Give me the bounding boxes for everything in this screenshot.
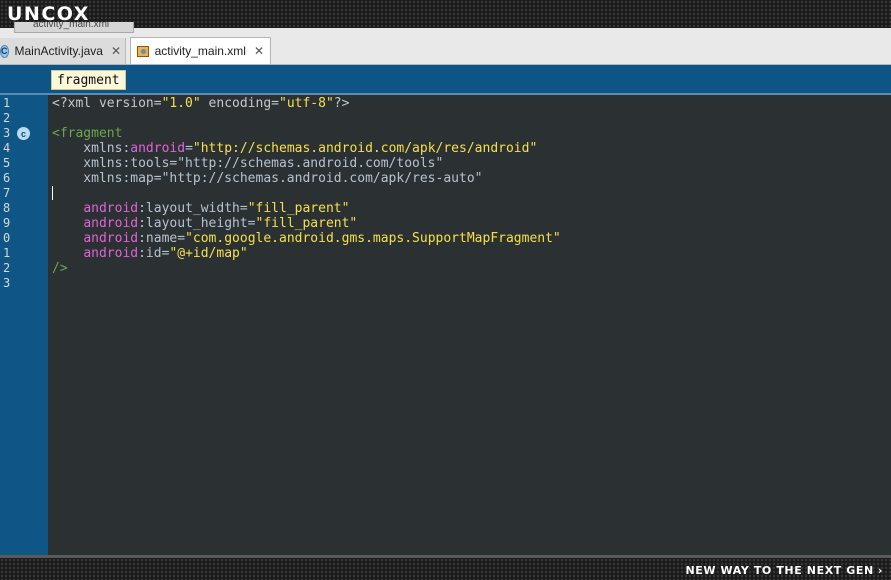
line-number: 3 (3, 276, 11, 290)
bottom-banner: NEW WAY TO THE NEXT GEN › (0, 555, 891, 580)
code-token: /> (52, 261, 68, 276)
code-token: "http://schemas.android.com/apk/res/andr… (192, 141, 538, 156)
code-token: <?xml version= (52, 96, 162, 111)
code-token: "fill_parent" (247, 201, 350, 216)
java-class-icon: C (0, 44, 9, 58)
code-line: android:name="com.google.android.gms.map… (52, 231, 561, 246)
code-token: "fill_parent" (255, 216, 358, 231)
line-number: 2 (3, 261, 11, 275)
xml-layout-icon (137, 45, 149, 57)
line-number: 5 (3, 156, 11, 170)
breadcrumb[interactable]: fragment (51, 70, 126, 90)
code-token: android (130, 141, 186, 156)
code-token: android (83, 201, 139, 216)
line-number: 7 (3, 186, 11, 200)
code-line: android:layout_width="fill_parent" (52, 201, 349, 216)
code-line: <?xml version="1.0" encoding="utf-8"?> (52, 96, 349, 111)
code-token: android (83, 246, 139, 261)
line-number: 6 (3, 171, 11, 185)
ghost-tab: activity_main.xml (14, 22, 134, 33)
code-token: = (185, 141, 193, 156)
text-caret (52, 186, 53, 200)
tab-label: activity_main.xml (154, 44, 246, 58)
line-number: 1 (3, 246, 11, 260)
line-number: 1 (3, 96, 11, 110)
code-token: android (83, 216, 139, 231)
breadcrumb-bar: fragment (0, 65, 891, 95)
line-number: 9 (3, 216, 11, 230)
code-token: "@+id/map" (169, 246, 248, 261)
tagline: NEW WAY TO THE NEXT GEN › (685, 564, 883, 577)
line-number: 2 (3, 111, 11, 125)
code-line: android:layout_height="fill_parent" (52, 216, 357, 231)
tab-label: MainActivity.java (14, 44, 103, 58)
code-line: /> (52, 261, 68, 276)
code-line: android:id="@+id/map" (52, 246, 248, 261)
line-number: 0 (3, 231, 11, 245)
close-icon[interactable]: ✕ (254, 44, 264, 58)
line-number: 4 (3, 141, 11, 155)
code-token: <fragment (52, 126, 123, 141)
chevron-right-icon: › (877, 564, 883, 577)
code-token: ?> (333, 96, 350, 111)
code-line: <fragment (52, 126, 122, 141)
tab-mainactivity-java[interactable]: C MainActivity.java ✕ (0, 38, 126, 64)
code-token: xmlns: (52, 141, 131, 156)
close-icon[interactable]: ✕ (111, 44, 121, 58)
code-token: xmlns:map="http://schemas.android.com/ap… (52, 171, 483, 186)
code-token: "com.google.android.gms.maps.SupportMapF… (185, 231, 561, 246)
code-line: xmlns:map="http://schemas.android.com/ap… (52, 171, 482, 186)
code-token: "1.0" (161, 96, 201, 111)
line-number: 3 (3, 126, 11, 140)
class-marker-icon[interactable]: c (17, 127, 30, 140)
code-token: :layout_width= (138, 201, 248, 216)
line-number: 8 (3, 201, 11, 215)
code-token: :layout_height= (138, 216, 256, 231)
code-token: "utf-8" (279, 96, 334, 111)
tagline-text: NEW WAY TO THE NEXT GEN (685, 564, 874, 577)
code-line: xmlns:android="http://schemas.android.co… (52, 141, 537, 156)
code-token: android (83, 231, 139, 246)
editor-tab-strip: activity_main.xml C MainActivity.java ✕ … (0, 22, 891, 65)
code-token: xmlns:tools="http://schemas.android.com/… (52, 156, 444, 171)
tab-activity-main-xml[interactable]: activity_main.xml ✕ (130, 37, 271, 64)
code-token: :id= (138, 246, 170, 261)
code-token: encoding= (200, 96, 279, 111)
code-token: :name= (138, 231, 186, 246)
code-line: xmlns:tools="http://schemas.android.com/… (52, 156, 443, 171)
